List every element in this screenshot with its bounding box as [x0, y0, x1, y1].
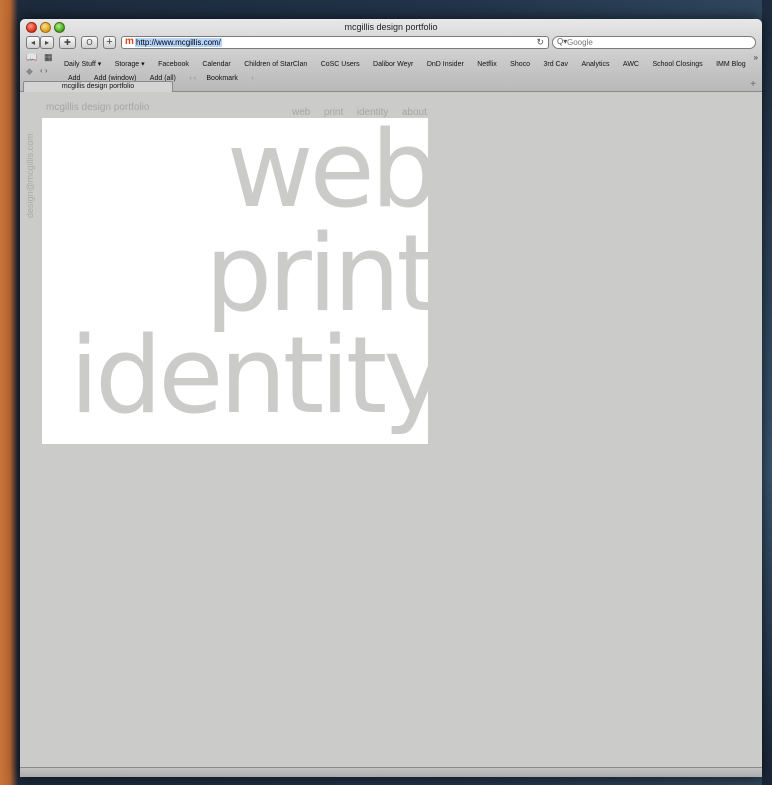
hero-word-identity[interactable]: identity	[70, 323, 428, 429]
search-field[interactable]: Q▾ Google	[552, 36, 756, 49]
status-bar	[20, 767, 762, 777]
bookmark-extension-toolbar: ◆ ‹ › Add Add (window) Add (all) › ‹ Boo…	[20, 66, 762, 82]
cube-icon: ◆	[26, 66, 33, 76]
nav-link-identity[interactable]: identity	[357, 107, 389, 118]
forward-button[interactable]: ▸	[40, 36, 54, 49]
hero-banner: web print identity	[42, 118, 428, 444]
nav-link-web[interactable]: web	[292, 107, 310, 118]
desktop-background	[762, 0, 772, 785]
nav-link-print[interactable]: print	[324, 107, 343, 118]
search-placeholder: Google	[567, 38, 593, 47]
search-icon[interactable]: Q▾	[557, 37, 567, 46]
new-tab-plus-icon[interactable]: +	[750, 79, 756, 90]
address-text[interactable]: http://www.mcgillis.com/	[135, 38, 222, 47]
web-page-content: mcgillis design portfolio web print iden…	[20, 92, 762, 767]
browser-window: mcgillis design portfolio ◂ ▸ ✚ O + m ht…	[20, 19, 762, 777]
toolbar-arrows-icon[interactable]: ‹ ›	[40, 66, 48, 75]
tab-bar: mcgillis design portfolio +	[20, 79, 762, 92]
extension-button[interactable]: ✚	[59, 36, 76, 49]
hero-word-print[interactable]: print	[205, 221, 428, 327]
title-bar: mcgillis design portfolio ◂ ▸ ✚ O + m ht…	[20, 19, 762, 92]
site-title[interactable]: mcgillis design portfolio	[46, 102, 149, 113]
tab-mcgillis-design-portfolio[interactable]: mcgillis design portfolio	[23, 81, 173, 92]
window-title: mcgillis design portfolio	[344, 22, 438, 32]
add-bookmark-button[interactable]: +	[103, 36, 116, 49]
side-email-link[interactable]: design@mcgillis.com	[25, 133, 35, 218]
back-button[interactable]: ◂	[26, 36, 40, 49]
opera-button[interactable]: O	[81, 36, 98, 49]
more-bookmarks-chevron-icon[interactable]: »	[754, 53, 758, 62]
bookmarks-book-icon[interactable]: 📖	[26, 52, 37, 63]
vertical-scrollbar[interactable]	[753, 92, 762, 767]
bookmarks-bar: 📖 ▦ Daily Stuff ▾ Storage ▾ Facebook Cal…	[20, 51, 762, 68]
top-sites-grid-icon[interactable]: ▦	[44, 52, 53, 63]
site-favicon-icon: m	[125, 36, 134, 47]
nav-link-about[interactable]: about	[402, 107, 427, 118]
address-bar[interactable]: m http://www.mcgillis.com/ ↻	[121, 36, 549, 49]
reload-icon[interactable]: ↻	[536, 37, 544, 48]
hero-word-web[interactable]: web	[227, 118, 428, 223]
